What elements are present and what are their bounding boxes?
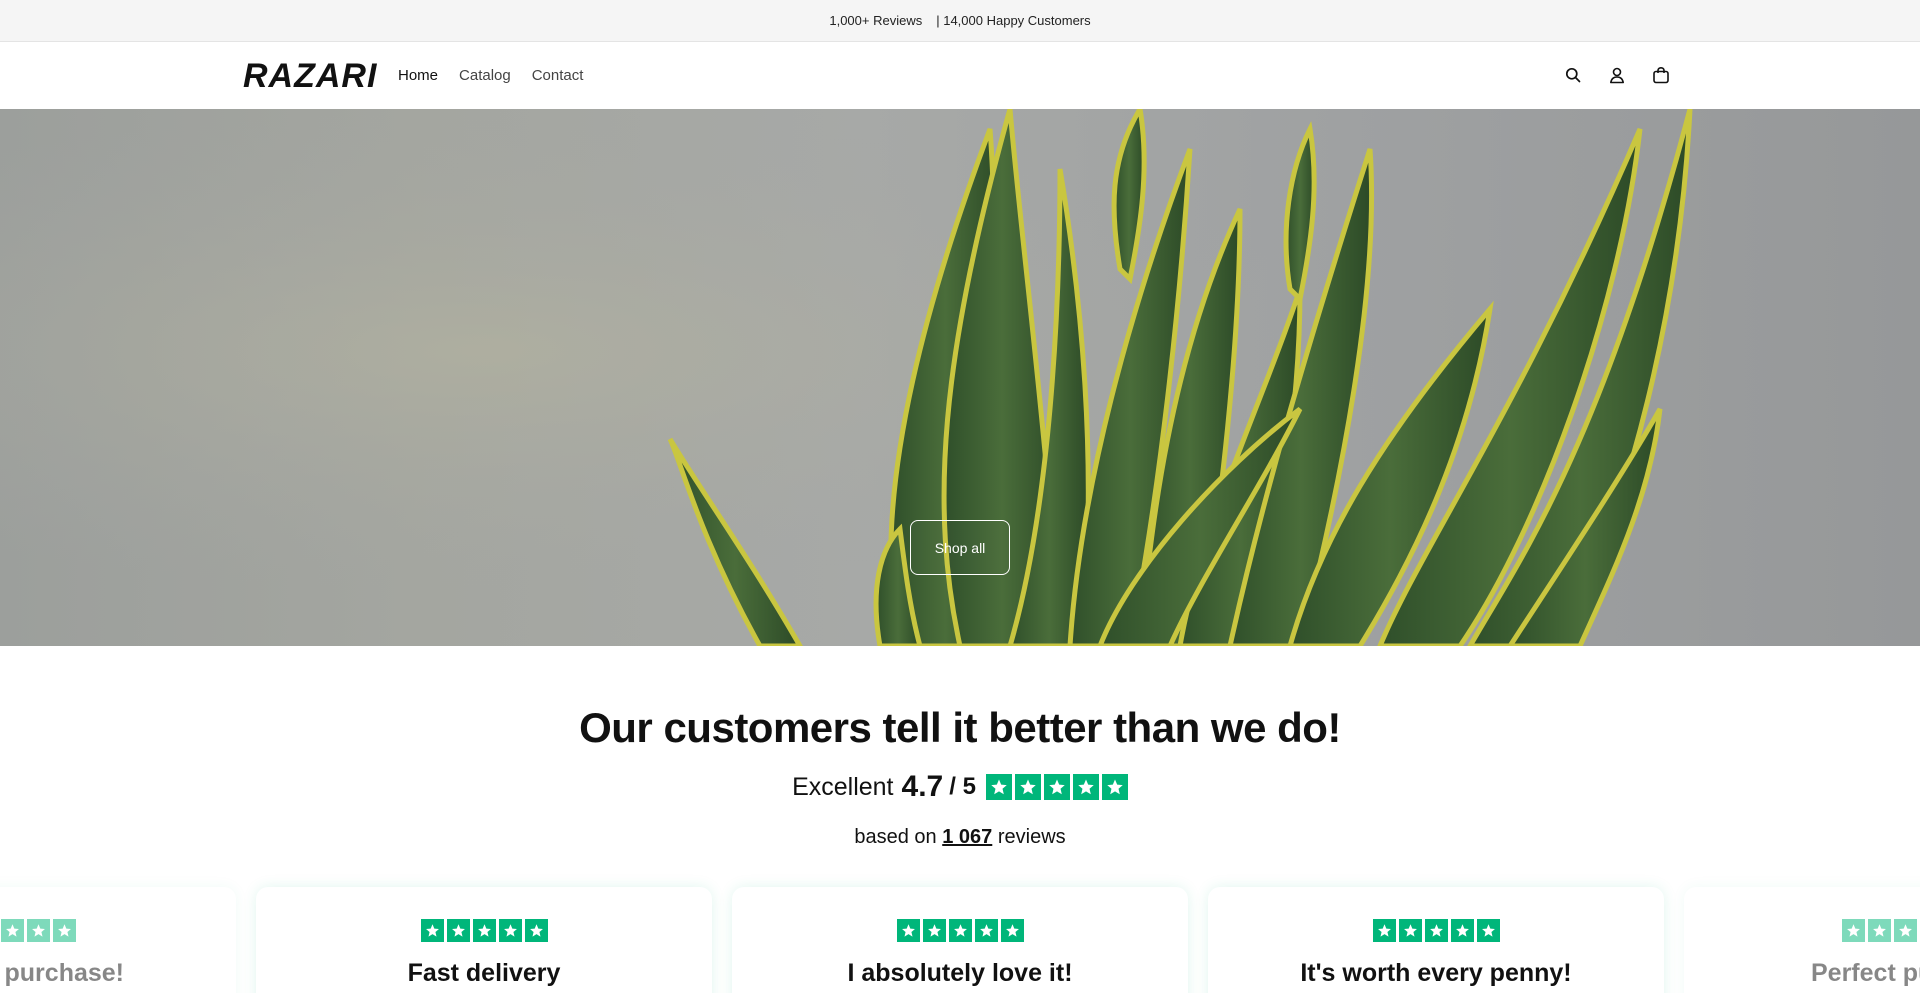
review-card[interactable]: purchase! [0,887,236,993]
star-icon [985,774,1012,800]
star-icon [524,919,548,942]
star-icon [420,919,444,942]
reviews-title: Our customers tell it better than we do! [579,704,1341,751]
star-icon [1424,919,1448,942]
announcement-bar: 1,000+ Reviews | 14,000 Happy Customers [0,0,1920,42]
star-icon [53,919,76,942]
star-icon [1894,919,1917,942]
logo[interactable]: RAZARI [243,57,377,96]
card-title: Perfect pu [1811,959,1920,987]
star-icon [472,919,496,942]
card-title: purchase! [4,959,124,987]
review-card[interactable]: I absolutely love it! [732,887,1188,993]
star-icon [974,919,998,942]
star-icon [498,919,522,942]
star-icon [922,919,946,942]
happy-customers-text: | 14,000 Happy Customers [936,13,1091,28]
rating-value: 4.7 [901,770,944,803]
card-stars [256,919,712,942]
card-title: Fast delivery [407,959,561,987]
star-icon [1372,919,1396,942]
card-title: I absolutely love it! [847,959,1073,987]
rating-summary: Excellent 4.7 / 5 [0,770,1920,804]
star-icon [446,919,470,942]
star-icon [1043,774,1070,800]
rating-word: Excellent [792,772,894,801]
star-icon [1842,919,1865,942]
site-header: RAZARI Home Catalog Contact [0,43,1920,109]
review-count-link[interactable]: 1 067 [942,826,992,848]
card-stars [1684,919,1920,942]
hero-banner: Shop all [0,109,1920,646]
review-card[interactable]: Fast delivery [256,887,712,993]
star-icon [1000,919,1024,942]
star-icon [1868,919,1891,942]
search-icon[interactable] [1563,65,1583,85]
nav-contact[interactable]: Contact [532,67,584,84]
star-icon [1101,774,1128,800]
review-card[interactable]: It's worth every penny! [1208,887,1664,993]
card-stars [732,919,1188,942]
based-suffix: reviews [997,826,1066,848]
rating-stars [985,774,1128,800]
star-icon [1072,774,1099,800]
star-icon [27,919,50,942]
nav-catalog[interactable]: Catalog [459,67,511,84]
account-icon[interactable] [1607,65,1627,85]
header-icons [1563,65,1671,85]
star-icon [1450,919,1474,942]
rating-out-of: / 5 [949,773,976,800]
review-card[interactable]: Perfect pu [1684,887,1920,993]
star-icon [948,919,972,942]
card-title: It's worth every penny! [1300,959,1572,987]
cart-icon[interactable] [1651,65,1671,85]
card-stars [0,919,236,942]
based-on-line: based on 1 067 reviews [0,826,1920,849]
star-icon [896,919,920,942]
shop-all-button[interactable]: Shop all [910,520,1010,575]
star-icon [1,919,24,942]
nav-home[interactable]: Home [398,67,438,84]
card-stars [1208,919,1664,942]
star-icon [1014,774,1041,800]
based-prefix: based on [854,826,937,848]
star-icon [1476,919,1500,942]
star-icon [1398,919,1422,942]
reviews-count-text: 1,000+ Reviews [829,13,923,28]
main-nav: Home Catalog Contact [398,67,583,84]
